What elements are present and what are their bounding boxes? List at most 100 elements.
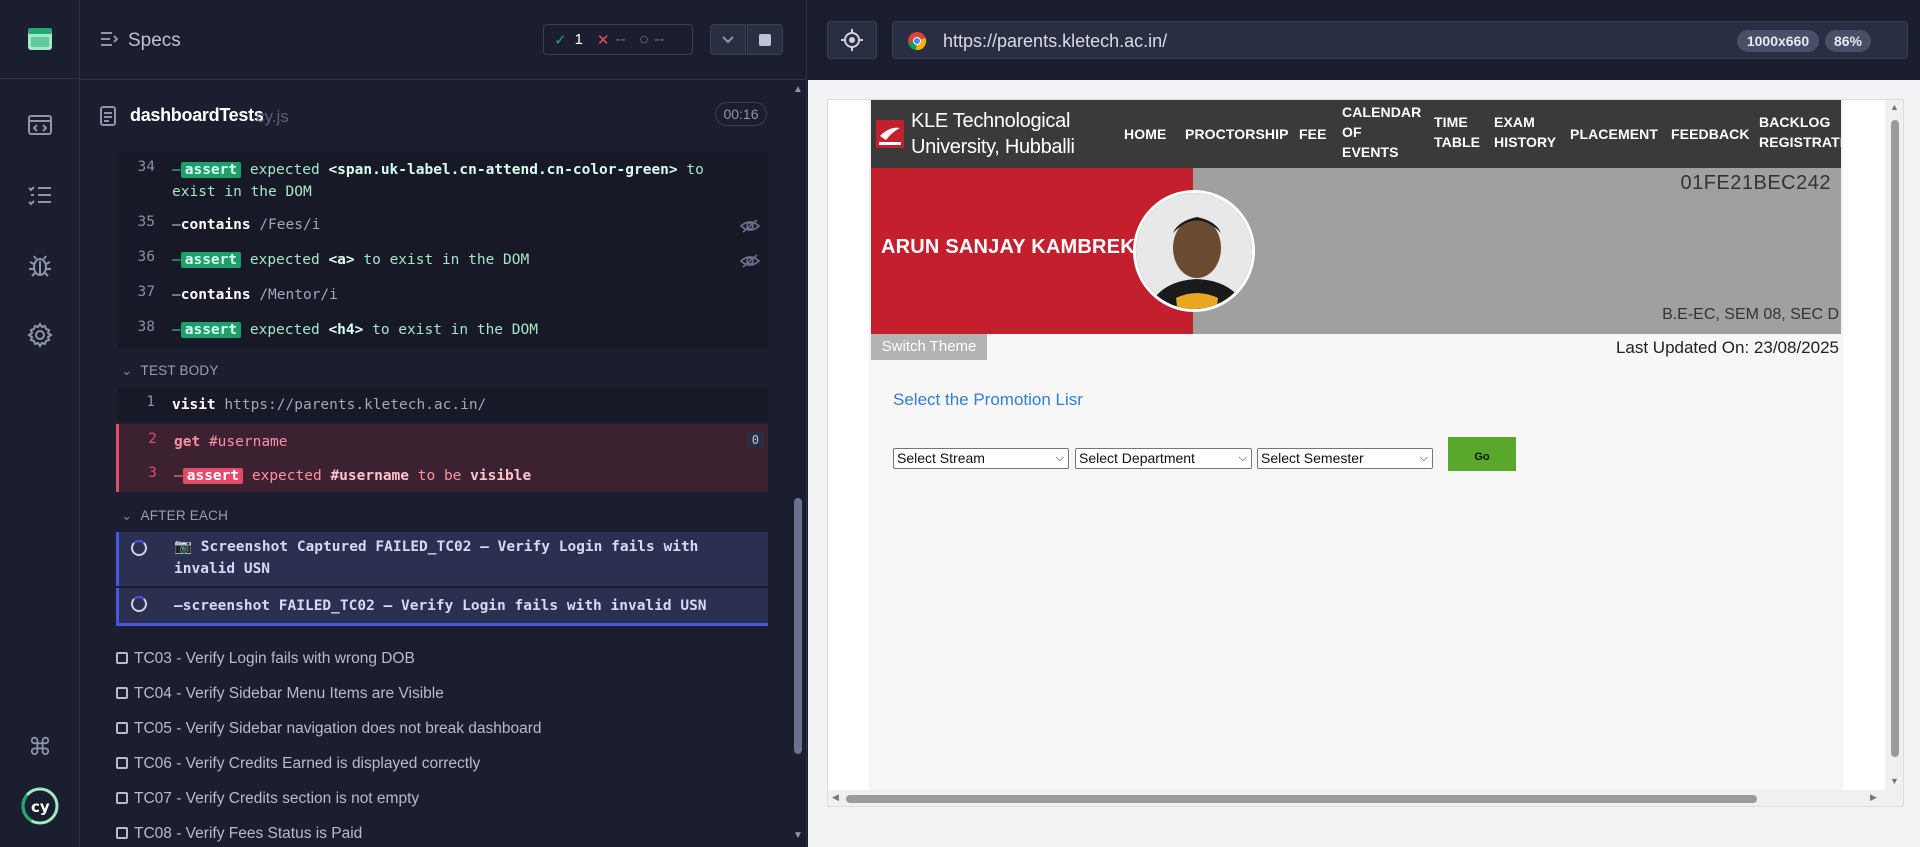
chevron-down-icon: ⌵	[1238, 452, 1247, 464]
nav-calendar-of-events[interactable]: CALENDAR OF EVENTS	[1342, 102, 1421, 162]
cypress-logo-icon[interactable]: cy	[20, 786, 60, 826]
keyboard-shortcuts-icon[interactable]: ⌘	[20, 727, 60, 767]
selector-playground-button[interactable]	[827, 21, 877, 59]
failed-count: --	[615, 31, 626, 48]
test-body-header[interactable]: ⌄ TEST BODY	[117, 363, 219, 379]
url-bar[interactable]: https://parents.kletech.ac.in/ 1000x660 …	[892, 21, 1908, 59]
university-name[interactable]: KLE Technological University, Hubballi	[911, 108, 1101, 160]
command-row[interactable]: 35 –contains /Fees/i	[117, 214, 768, 242]
svg-text:cy: cy	[31, 798, 50, 816]
test-status-icon	[116, 687, 128, 699]
aut-iframe: KLE Technological University, Hubballi H…	[827, 99, 1904, 807]
spec-filename[interactable]: dashboardTests	[130, 105, 264, 126]
test-status-icon	[116, 827, 128, 839]
test-status-icon	[116, 757, 128, 769]
pending-icon: ◌	[639, 31, 649, 48]
spec-row: dashboardTests cy.js 00:16	[80, 80, 806, 152]
nav-backlog-registration[interactable]: BACKLOG REGISTRATION	[1759, 112, 1841, 152]
stop-icon[interactable]	[747, 24, 783, 55]
command-row[interactable]: 1 visit https://parents.kletech.ac.in/	[117, 388, 768, 422]
specs-list-icon[interactable]	[100, 30, 120, 53]
app-under-test-panel: https://parents.kletech.ac.in/ 1000x660 …	[808, 0, 1920, 847]
test-item[interactable]: TC06 - Verify Credits Earned is displaye…	[116, 755, 480, 773]
aut-header: https://parents.kletech.ac.in/ 1000x660 …	[808, 0, 1920, 80]
test-item[interactable]: TC08 - Verify Fees Status is Paid	[116, 825, 362, 843]
university-logo-icon[interactable]	[876, 120, 904, 148]
chevron-down-icon[interactable]	[710, 24, 746, 55]
command-row[interactable]: 2 get #username 0	[119, 431, 770, 455]
kle-parents-page: KLE Technological University, Hubballi H…	[871, 100, 1841, 790]
reporter-scrollbar[interactable]: ▲ ▼	[788, 80, 806, 847]
aut-vertical-scrollbar[interactable]: ▲ ▼	[1885, 100, 1903, 790]
command-row[interactable]: 📷 Screenshot Captured FAILED_TC02 – Veri…	[116, 532, 768, 586]
eye-slash-icon	[739, 253, 761, 273]
aut-horizontal-scrollbar[interactable]: ◀ ▶	[828, 790, 1903, 806]
test-item[interactable]: TC05 - Verify Sidebar navigation does no…	[116, 720, 542, 738]
nav-proctorship[interactable]: PROCTORSHIP	[1185, 124, 1289, 144]
failed-command-group: 2 get #username 0 3 – assert expected #us…	[116, 424, 768, 492]
pending-count: --	[654, 31, 665, 48]
zoom-badge[interactable]: 86%	[1825, 30, 1871, 52]
command-row[interactable]: 36 – assert expected <a> to exist in the …	[117, 249, 768, 277]
last-updated-text: Last Updated On: 23/08/2025	[1615, 338, 1839, 357]
test-status-icon	[116, 652, 128, 664]
test-stats: ✓ 1 ✕ -- ◌ --	[543, 24, 693, 55]
promotion-list-title: Select the Promotion Lisr	[893, 390, 1083, 409]
switch-theme-button[interactable]: Switch Theme	[871, 334, 987, 360]
eye-slash-icon	[739, 218, 761, 238]
specs-icon[interactable]	[20, 105, 60, 145]
scrollbar-thumb[interactable]	[1891, 120, 1899, 757]
test-item[interactable]: TC07 - Verify Credits section is not emp…	[116, 790, 419, 808]
command-row[interactable]: –screenshot FAILED_TC02 – Verify Login f…	[116, 588, 768, 626]
app-logo-icon[interactable]	[20, 19, 60, 59]
icon-rail: ⌘ cy	[0, 0, 80, 847]
command-list-prior: 34 – assert expected <span.uk-label.cn-at…	[117, 153, 768, 348]
student-usn: 01FE21BEC242	[1680, 172, 1831, 194]
chevron-down-icon: ⌄	[121, 508, 133, 523]
passed-count: 1	[574, 31, 583, 48]
element-count-badge: 0	[746, 432, 764, 448]
test-item[interactable]: TC03 - Verify Login fails with wrong DOB	[116, 650, 415, 668]
check-icon: ✓	[554, 31, 567, 49]
chevron-down-icon: ⌵	[1055, 452, 1064, 464]
viewport-size-badge[interactable]: 1000x660	[1737, 30, 1819, 52]
command-row[interactable]: 3 – assert expected #username to be visib…	[119, 465, 770, 489]
nav-fee[interactable]: FEE	[1299, 124, 1327, 144]
url-text: https://parents.kletech.ac.in/	[943, 31, 1168, 51]
runs-icon[interactable]	[20, 175, 60, 215]
student-program: B.E-EC, SEM 08, SEC D	[1662, 306, 1839, 323]
chrome-icon	[907, 31, 927, 56]
nav-time-table[interactable]: TIME TABLE	[1434, 112, 1480, 152]
chevron-down-icon: ⌵	[1419, 452, 1428, 464]
debug-icon[interactable]	[20, 245, 60, 285]
nav-feedback[interactable]: FEEDBACK	[1671, 124, 1750, 144]
nav-placement[interactable]: PLACEMENT	[1570, 124, 1658, 144]
specs-title[interactable]: Specs	[128, 30, 181, 52]
test-status-icon	[116, 722, 128, 734]
nav-home[interactable]: HOME	[1124, 124, 1166, 144]
scrollbar-thumb[interactable]	[794, 498, 802, 754]
command-row[interactable]: 34 – assert expected <span.uk-label.cn-at…	[117, 159, 768, 209]
crosshair-icon	[841, 29, 863, 51]
student-name: ARUN SANJAY KAMBREKAR	[881, 236, 1165, 258]
chevron-down-icon: ⌄	[121, 363, 133, 378]
department-select[interactable]: Select Department ⌵	[1075, 448, 1252, 469]
command-row[interactable]: 37 –contains /Mentor/i	[117, 284, 768, 312]
command-row[interactable]: 38 – assert expected <h4> to exist in the…	[117, 319, 768, 347]
camera-icon: 📷	[174, 539, 193, 555]
after-each-header[interactable]: ⌄ AFTER EACH	[117, 508, 228, 524]
file-icon	[100, 106, 116, 131]
stream-select[interactable]: Select Stream ⌵	[893, 448, 1069, 469]
go-button[interactable]: Go	[1448, 437, 1516, 471]
scrollbar-thumb[interactable]	[846, 795, 1757, 803]
command-log-reporter: Specs ✓ 1 ✕ -- ◌ -- dashboardTests cy.js…	[80, 0, 807, 847]
test-item[interactable]: TC04 - Verify Sidebar Menu Items are Vis…	[116, 685, 444, 703]
reporter-header: Specs ✓ 1 ✕ -- ◌ --	[80, 0, 806, 80]
test-status-icon	[116, 792, 128, 804]
settings-icon[interactable]	[20, 315, 60, 355]
semester-select[interactable]: Select Semester ⌵	[1257, 448, 1433, 469]
student-photo	[1133, 190, 1255, 312]
student-banner: ARUN SANJAY KAMBREKAR 01FE21BEC242 B.E-E…	[871, 168, 1841, 334]
x-icon: ✕	[596, 31, 610, 49]
nav-exam-history[interactable]: EXAM HISTORY	[1494, 112, 1556, 152]
